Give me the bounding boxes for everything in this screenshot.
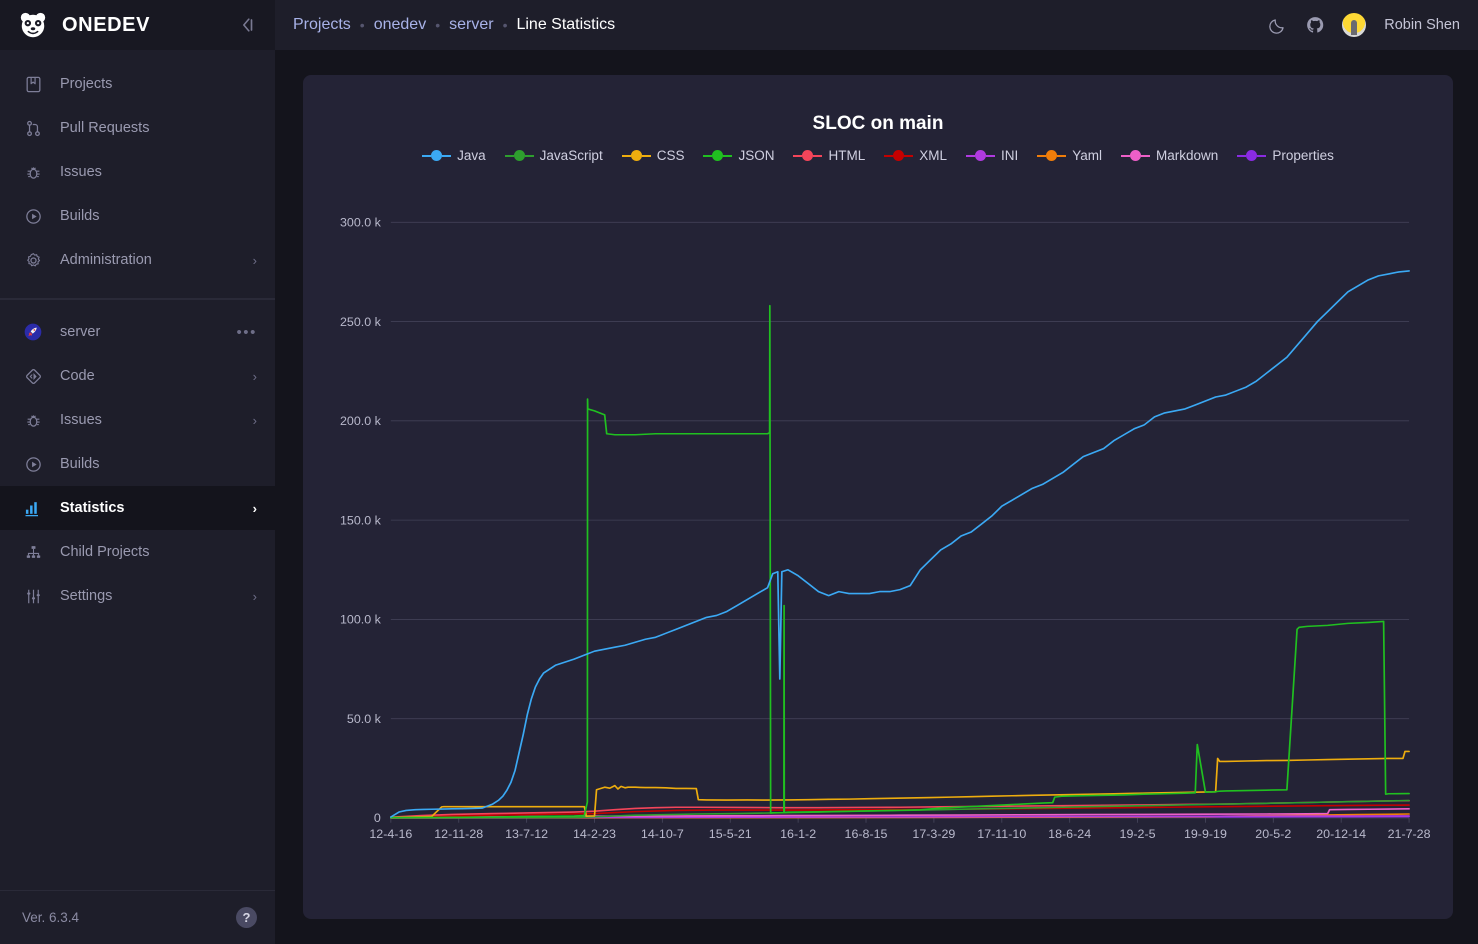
top-bar-actions: Robin Shen (1266, 13, 1460, 37)
sidebar-item-server[interactable]: server ••• (0, 310, 275, 354)
avatar[interactable] (1342, 13, 1366, 37)
series-line-json[interactable] (391, 306, 1409, 818)
brand-header: ONEDEV (0, 0, 275, 50)
y-axis-tick-label: 200.0 k (340, 414, 382, 428)
y-axis-tick-label: 100.0 k (340, 613, 382, 627)
x-axis-tick-label: 14-2-23 (573, 827, 616, 841)
sidebar-item-label: Builds (60, 456, 257, 472)
pull-request-icon (22, 117, 44, 139)
breadcrumb-item-projects[interactable]: Projects (293, 16, 351, 34)
sidebar: ONEDEV Projects (0, 0, 275, 944)
chevron-right-icon: › (253, 590, 257, 603)
sidebar-item-statistics[interactable]: Statistics › (0, 486, 275, 530)
x-axis-tick-label: 12-4-16 (369, 827, 412, 841)
bug-icon (22, 161, 44, 183)
sidebar-item-label: Statistics (60, 500, 253, 516)
y-axis-tick-label: 0 (374, 812, 381, 826)
chevron-right-icon: › (253, 414, 257, 427)
sitemap-icon (22, 541, 44, 563)
x-axis-tick-label: 13-7-12 (505, 827, 548, 841)
x-axis-tick-label: 15-5-21 (709, 827, 752, 841)
x-axis-tick-label: 16-1-2 (780, 827, 816, 841)
project-nav: server ••• Code › (0, 299, 275, 628)
breadcrumb-separator: • (360, 17, 365, 33)
sidebar-footer: Ver. 6.3.4 ? (0, 890, 275, 944)
more-options-icon[interactable]: ••• (236, 324, 257, 341)
breadcrumb-item-server[interactable]: server (449, 16, 493, 34)
sidebar-item-label: Projects (60, 76, 257, 92)
sidebar-item-label: Pull Requests (60, 120, 257, 136)
y-axis-tick-label: 300.0 k (340, 216, 382, 230)
x-axis-tick-label: 14-10-7 (641, 827, 684, 841)
x-axis-tick-label: 16-8-15 (845, 827, 888, 841)
sidebar-item-label: server (60, 324, 236, 340)
sidebar-item-projects[interactable]: Projects (0, 62, 275, 106)
sidebar-item-label: Child Projects (60, 544, 257, 560)
y-axis-tick-label: 50.0 k (347, 712, 382, 726)
sidebar-item-settings[interactable]: Settings › (0, 574, 275, 618)
x-axis-tick-label: 19-9-19 (1184, 827, 1227, 841)
sidebar-item-project-builds[interactable]: Builds (0, 442, 275, 486)
chevron-right-icon: › (253, 254, 257, 267)
sidebar-item-label: Settings (60, 588, 253, 604)
y-axis-tick-label: 150.0 k (340, 514, 382, 528)
x-axis-tick-label: 17-3-29 (912, 827, 955, 841)
y-axis-tick-label: 250.0 k (340, 315, 382, 329)
x-axis-tick-label: 20-5-2 (1255, 827, 1291, 841)
sidebar-item-label: Administration (60, 252, 253, 268)
sidebar-item-label: Builds (60, 208, 257, 224)
brand-name: ONEDEV (62, 14, 235, 37)
line-chart-svg[interactable]: 0 50.0 k 100.0 k 150.0 k 200.0 k 250.0 k 300.0… (303, 75, 1453, 919)
x-axis-tick-label: 17-11-10 (977, 827, 1026, 841)
x-axis-tick-label: 18-6-24 (1048, 827, 1091, 841)
x-axis-tick-label: 19-2-5 (1120, 827, 1156, 841)
chart-panel: SLOC on main JavaJavaScriptCSSJSONHTMLXM… (303, 75, 1453, 919)
play-circle-icon (22, 205, 44, 227)
breadcrumb: Projects • onedev • server • Line Statis… (293, 16, 1266, 34)
code-diamond-icon (22, 365, 44, 387)
breadcrumb-separator: • (503, 17, 508, 33)
sliders-icon (22, 585, 44, 607)
gear-icon (22, 249, 44, 271)
x-axis-tick-label: 12-11-28 (434, 827, 483, 841)
chevron-right-icon: › (253, 370, 257, 383)
sidebar-item-administration[interactable]: Administration › (0, 238, 275, 282)
projects-icon (22, 73, 44, 95)
rocket-icon (22, 321, 44, 343)
moon-icon[interactable] (1266, 14, 1288, 36)
series-line-java[interactable] (391, 271, 1409, 817)
github-icon[interactable] (1304, 14, 1326, 36)
sidebar-item-builds[interactable]: Builds (0, 194, 275, 238)
play-circle-icon (22, 453, 44, 475)
sidebar-item-label: Issues (60, 412, 253, 428)
panda-logo-icon (18, 10, 48, 40)
content-area: SLOC on main JavaJavaScriptCSSJSONHTMLXM… (275, 50, 1478, 944)
chevron-right-icon: › (253, 502, 257, 515)
sidebar-item-issues[interactable]: Issues (0, 150, 275, 194)
bar-chart-icon (22, 497, 44, 519)
version-label: Ver. 6.3.4 (22, 910, 236, 925)
sidebar-spacer (0, 628, 275, 890)
collapse-sidebar-icon[interactable] (235, 12, 261, 38)
sidebar-item-pull-requests[interactable]: Pull Requests (0, 106, 275, 150)
global-nav: Projects Pull Requests (0, 50, 275, 299)
x-axis-tick-label: 21-7-28 (1388, 827, 1431, 841)
top-bar: Projects • onedev • server • Line Statis… (275, 0, 1478, 50)
breadcrumb-item-onedev[interactable]: onedev (374, 16, 427, 34)
x-axis-tick-label: 20-12-14 (1316, 827, 1366, 841)
sidebar-item-label: Code (60, 368, 253, 384)
sidebar-item-project-issues[interactable]: Issues › (0, 398, 275, 442)
help-button[interactable]: ? (236, 907, 257, 928)
sidebar-item-code[interactable]: Code › (0, 354, 275, 398)
bug-icon (22, 409, 44, 431)
sidebar-item-label: Issues (60, 164, 257, 180)
breadcrumb-separator: • (435, 17, 440, 33)
app-root: ONEDEV Projects (0, 0, 1478, 944)
breadcrumb-item-line-statistics: Line Statistics (516, 16, 615, 34)
main-area: Projects • onedev • server • Line Statis… (275, 0, 1478, 944)
sidebar-item-child-projects[interactable]: Child Projects (0, 530, 275, 574)
plot-container: 0 50.0 k 100.0 k 150.0 k 200.0 k 250.0 k 300.0… (303, 75, 1453, 919)
user-name[interactable]: Robin Shen (1384, 17, 1460, 33)
